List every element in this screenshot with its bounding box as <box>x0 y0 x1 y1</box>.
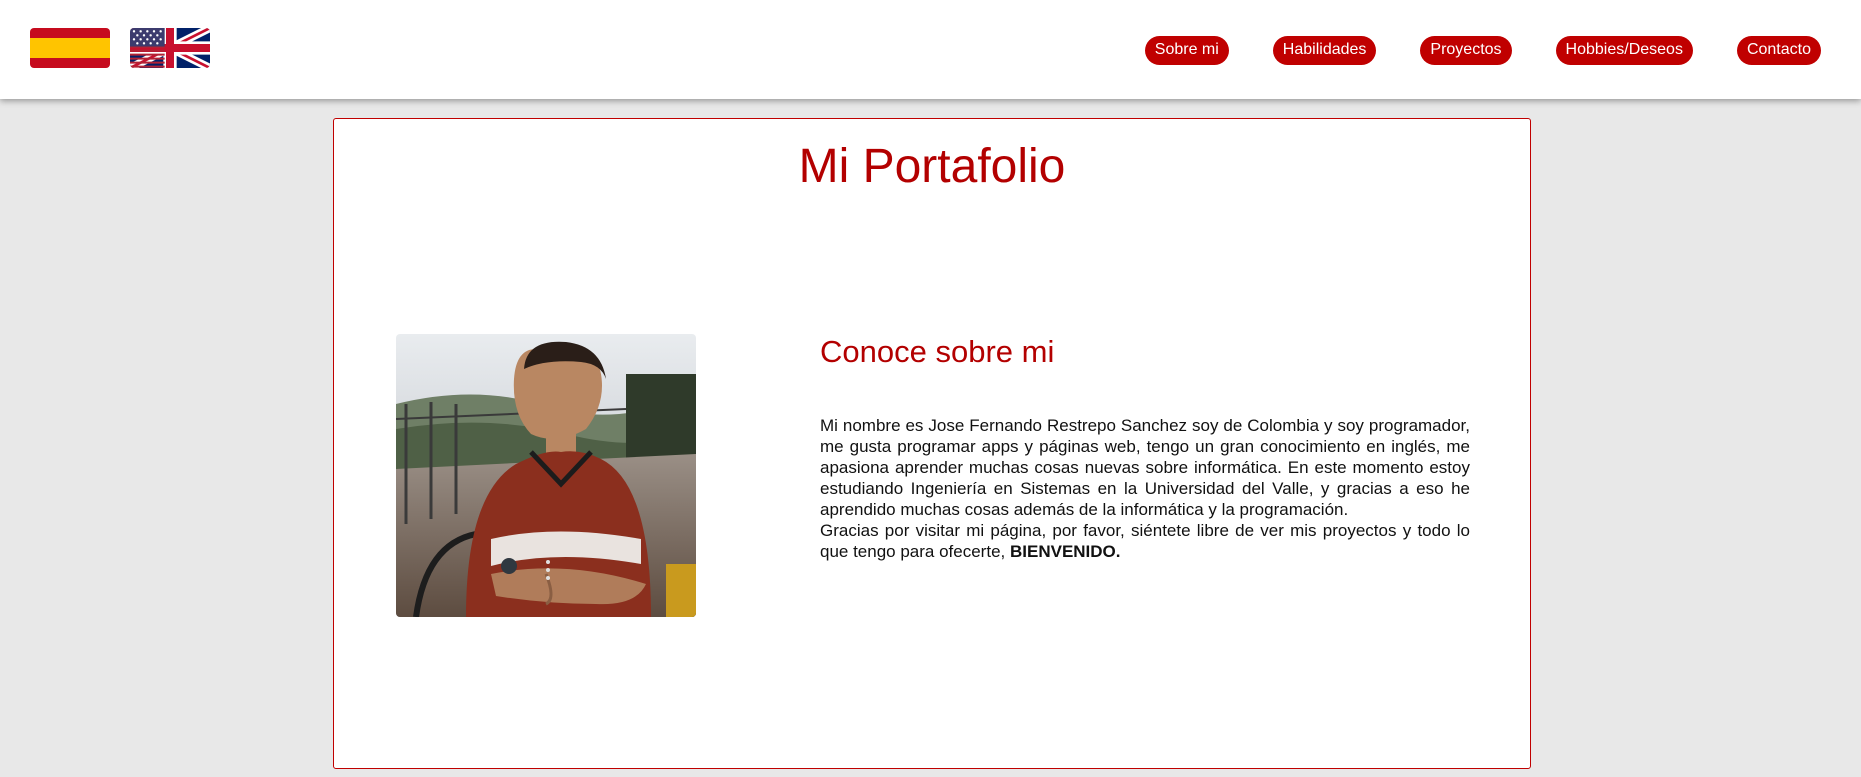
about-text: Mi nombre es Jose Fernando Restrepo Sanc… <box>820 415 1470 562</box>
profile-photo <box>396 334 696 617</box>
spain-flag-icon[interactable] <box>30 28 110 68</box>
about-heading: Conoce sobre mi <box>820 334 1055 369</box>
nav-proyectos-button[interactable]: Proyectos <box>1420 36 1512 65</box>
about-paragraph-2-text: Gracias por visitar mi página, por favor… <box>820 521 1470 561</box>
about-paragraph-2: Gracias por visitar mi página, por favor… <box>820 520 1470 562</box>
uk-flag-icon[interactable] <box>130 28 210 68</box>
welcome-text: BIENVENIDO. <box>1009 542 1121 561</box>
page-title: Mi Portafolio <box>798 140 1066 193</box>
nav-sobre-mi-button[interactable]: Sobre mi <box>1144 36 1229 65</box>
about-paragraph-1: Mi nombre es Jose Fernando Restrepo Sanc… <box>820 416 1470 519</box>
top-navbar: Sobre mi Habilidades Proyectos Hobbies/D… <box>0 0 1861 99</box>
portfolio-card: Mi Portafolio Conoce sobre mi Mi nombre … <box>333 118 1531 769</box>
nav-habilidades-button[interactable]: Habilidades <box>1272 36 1377 65</box>
nav-contacto-button[interactable]: Contacto <box>1736 36 1821 65</box>
nav-hobbies-deseos-button[interactable]: Hobbies/Deseos <box>1555 36 1693 65</box>
main-nav: Sobre mi Habilidades Proyectos Hobbies/D… <box>1144 36 1821 65</box>
